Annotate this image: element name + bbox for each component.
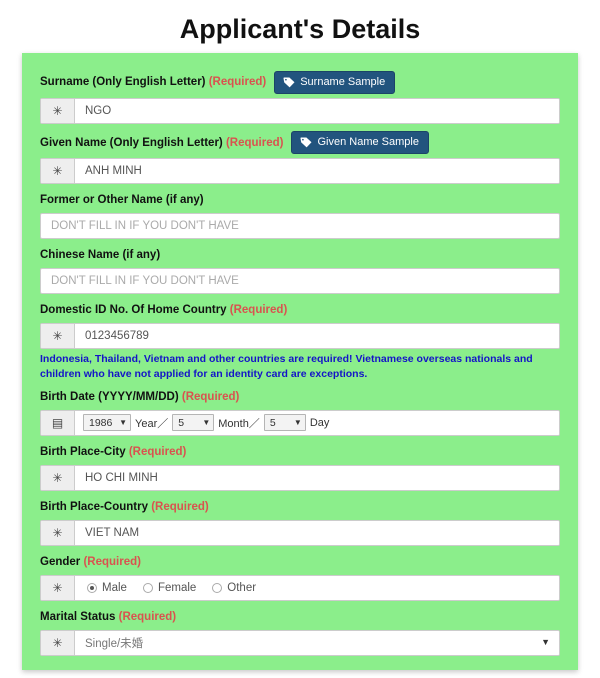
given-name-sample-button-label: Given Name Sample <box>317 136 419 149</box>
birth-year-value: 1986 <box>89 416 113 429</box>
birth-date-label-row: Birth Date (YYYY/MM/DD) (Required) <box>40 388 560 406</box>
asterisk-icon: ✳ <box>41 520 75 545</box>
field-birth-country: Birth Place-Country (Required) ✳ VIET NA… <box>40 498 560 546</box>
birth-city-input-group[interactable]: ✳ HO CHI MINH <box>40 464 560 491</box>
surname-sample-button-label: Surname Sample <box>300 76 386 88</box>
domestic-id-hint: Indonesia, Thailand, Vietnam and other c… <box>40 353 533 380</box>
applicant-details-form: Surname (Only English Letter) (Required)… <box>22 53 578 670</box>
former-name-input[interactable]: DON'T FILL IN IF YOU DON'T HAVE <box>40 213 560 240</box>
given-name-label-row: Given Name (Only English Letter) (Requir… <box>40 131 560 155</box>
asterisk-icon: ✳ <box>41 99 75 124</box>
field-domestic-id: Domestic ID No. Of Home Country (Require… <box>40 301 560 380</box>
surname-input[interactable]: NGO <box>75 99 559 124</box>
surname-required-tag: (Required) <box>208 76 267 89</box>
gender-option-male-label: Male <box>102 581 127 594</box>
birth-year-label: Year／ <box>135 417 169 430</box>
given-name-sample-button[interactable]: Given Name Sample <box>291 131 429 155</box>
domestic-id-required-tag: (Required) <box>229 304 288 317</box>
asterisk-icon: ✳ <box>41 465 75 490</box>
given-name-label: Given Name (Only English Letter) (Requir… <box>40 136 284 149</box>
former-name-label: Former or Other Name (if any) <box>40 194 204 207</box>
chinese-name-label-row: Chinese Name (if any) <box>40 246 560 264</box>
calendar-icon: ▤ <box>41 410 75 435</box>
field-chinese-name: Chinese Name (if any) DON'T FILL IN IF Y… <box>40 246 560 295</box>
page-title: Applicant's Details <box>179 14 421 44</box>
birth-date-label: Birth Date (YYYY/MM/DD) (Required) <box>40 390 240 403</box>
birth-country-required-tag: (Required) <box>151 500 209 513</box>
birth-country-input-group[interactable]: ✳ VIET NAM <box>40 519 560 546</box>
birth-date-controls: 1986 ▼ Year／ 5 ▼ Month／ 5 ▼ Day <box>75 410 559 435</box>
birth-city-input[interactable]: HO CHI MINH <box>75 465 559 490</box>
domestic-id-input-group[interactable]: ✳ 0123456789 <box>40 323 560 350</box>
asterisk-icon: ✳ <box>41 324 75 349</box>
gender-radio-group: Male Female Other <box>75 575 559 600</box>
birth-country-input[interactable]: VIET NAM <box>75 520 559 545</box>
birth-country-label: Birth Place-Country (Required) <box>40 500 209 513</box>
birth-month-select[interactable]: 5 ▼ <box>172 414 215 432</box>
gender-option-other[interactable]: Other <box>212 582 256 594</box>
gender-input-group: ✳ Male Female Other <box>40 574 560 601</box>
surname-label-row: Surname (Only English Letter) (Required)… <box>40 71 560 95</box>
chevron-down-icon: ▼ <box>541 637 550 648</box>
gender-option-other-label: Other <box>227 581 257 594</box>
chevron-down-icon: ▼ <box>293 417 302 427</box>
asterisk-icon: ✳ <box>41 575 75 600</box>
field-surname: Surname (Only English Letter) (Required)… <box>40 71 560 125</box>
marital-status-required-tag: (Required) <box>118 610 177 623</box>
birth-city-required-tag: (Required) <box>128 445 187 458</box>
chevron-down-icon: ▼ <box>119 417 127 427</box>
marital-status-label: Marital Status (Required) <box>40 610 177 623</box>
radio-icon[interactable] <box>142 582 153 593</box>
domestic-id-input[interactable]: 0123456789 <box>75 324 559 349</box>
birth-day-label: Day <box>309 416 330 429</box>
tag-icon <box>283 77 295 88</box>
radio-icon[interactable] <box>212 582 223 593</box>
field-birth-city: Birth Place-City (Required) ✳ HO CHI MIN… <box>40 443 560 491</box>
chinese-name-input[interactable]: DON'T FILL IN IF YOU DON'T HAVE <box>40 268 560 295</box>
former-name-label-row: Former or Other Name (if any) <box>40 191 560 209</box>
birth-city-label-row: Birth Place-City (Required) <box>40 443 560 461</box>
field-gender: Gender (Required) ✳ Male Female Other <box>40 553 560 601</box>
birth-year-select[interactable]: 1986 ▼ <box>83 414 131 432</box>
birth-month-value: 5 <box>178 416 185 429</box>
gender-option-male[interactable]: Male <box>87 582 127 594</box>
surname-sample-button[interactable]: Surname Sample <box>274 71 396 95</box>
domestic-id-label-row: Domestic ID No. Of Home Country (Require… <box>40 301 560 319</box>
gender-label-row: Gender (Required) <box>40 553 560 571</box>
birth-date-input-group: ▤ 1986 ▼ Year／ 5 ▼ Month／ 5 ▼ Day <box>40 409 560 436</box>
gender-option-female-label: Female <box>157 581 197 594</box>
domestic-id-label: Domestic ID No. Of Home Country (Require… <box>40 304 288 317</box>
marital-status-value: Single/未婚 <box>85 637 144 650</box>
given-name-input[interactable]: ANH MINH <box>75 159 559 184</box>
birth-country-label-row: Birth Place-Country (Required) <box>40 498 560 516</box>
marital-status-select[interactable]: Single/未婚 ▼ <box>75 630 559 655</box>
field-former-name: Former or Other Name (if any) DON'T FILL… <box>40 191 560 240</box>
radio-icon[interactable] <box>87 582 97 593</box>
gender-label: Gender (Required) <box>40 555 141 568</box>
birth-day-value: 5 <box>269 416 276 429</box>
field-birth-date: Birth Date (YYYY/MM/DD) (Required) ▤ 198… <box>40 388 560 436</box>
birth-date-required-tag: (Required) <box>181 390 240 403</box>
gender-required-tag: (Required) <box>83 555 141 568</box>
marital-status-input-group[interactable]: ✳ Single/未婚 ▼ <box>40 629 560 656</box>
given-name-required-tag: (Required) <box>225 136 284 149</box>
field-given-name: Given Name (Only English Letter) (Requir… <box>40 131 560 185</box>
given-name-input-group[interactable]: ✳ ANH MINH <box>40 158 560 185</box>
surname-input-group[interactable]: ✳ NGO <box>40 98 560 125</box>
birth-city-label: Birth Place-City (Required) <box>40 445 187 458</box>
birth-month-label: Month／ <box>218 417 260 430</box>
asterisk-icon: ✳ <box>41 159 75 184</box>
gender-option-female[interactable]: Female <box>142 581 197 594</box>
surname-label: Surname (Only English Letter) (Required) <box>40 76 267 89</box>
tag-icon <box>300 137 312 148</box>
chinese-name-label: Chinese Name (if any) <box>40 249 161 262</box>
birth-day-select[interactable]: 5 ▼ <box>263 414 306 432</box>
field-marital-status: Marital Status (Required) ✳ Single/未婚 ▼ <box>40 608 560 656</box>
asterisk-icon: ✳ <box>41 630 75 655</box>
chevron-down-icon: ▼ <box>202 417 211 427</box>
marital-status-label-row: Marital Status (Required) <box>40 608 560 626</box>
